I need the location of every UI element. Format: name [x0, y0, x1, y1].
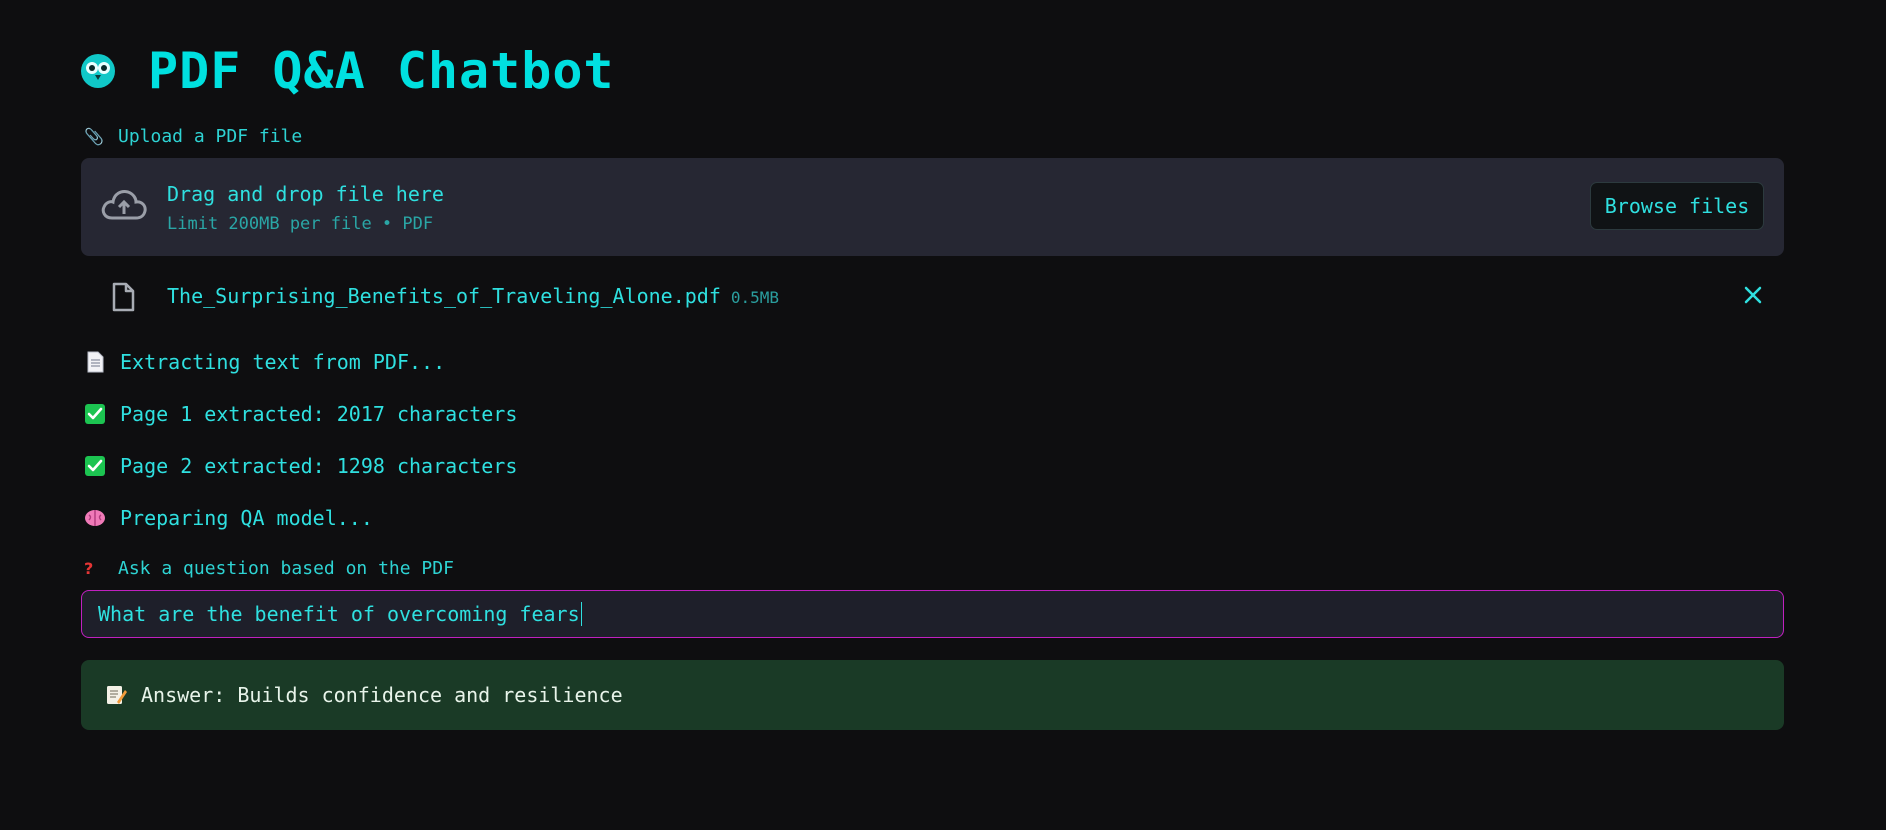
question-label: ? Ask a question based on the PDF [84, 558, 454, 579]
brain-icon [85, 510, 105, 526]
question-mark-icon: ? [84, 559, 94, 578]
close-icon[interactable] [1742, 284, 1764, 306]
upload-label: 📎 Upload a PDF file [84, 126, 302, 147]
question-input-value: What are the benefit of overcoming fears [98, 602, 580, 626]
status-text: Page 1 extracted: 2017 characters [120, 402, 518, 426]
status-text: Preparing QA model... [120, 506, 373, 530]
app-page: PDF Q&A Chatbot 📎 Upload a PDF file Drag… [0, 0, 1886, 830]
cloud-upload-icon [101, 190, 147, 220]
status-preparing: Preparing QA model... [84, 506, 373, 530]
paperclip-icon: 📎 [84, 127, 104, 146]
answer-text: Answer: Builds confidence and resilience [141, 683, 623, 707]
answer-box: Answer: Builds confidence and resilience [81, 660, 1784, 730]
app-title-text: PDF Q&A Chatbot [148, 42, 615, 100]
status-page-1: Page 1 extracted: 2017 characters [84, 402, 517, 426]
status-text: Page 2 extracted: 1298 characters [120, 454, 518, 478]
question-label-text: Ask a question based on the PDF [118, 558, 454, 579]
text-caret [580, 602, 582, 626]
status-page-2: Page 2 extracted: 1298 characters [84, 454, 517, 478]
upload-label-text: Upload a PDF file [118, 126, 303, 147]
check-mark-icon [85, 456, 105, 476]
page-icon [87, 351, 104, 373]
file-size: 0.5MB [730, 288, 780, 307]
dropzone-title: Drag and drop file here [167, 182, 444, 206]
file-dropzone[interactable]: Drag and drop file here Limit 200MB per … [81, 158, 1784, 256]
owl-emoji-icon [81, 54, 115, 88]
check-mark-icon [85, 404, 105, 424]
file-name-text: The_Surprising_Benefits_of_Traveling_Alo… [167, 284, 721, 308]
status-extracting: Extracting text from PDF... [84, 350, 445, 374]
page-title: PDF Q&A Chatbot [80, 40, 615, 102]
browse-files-button[interactable]: Browse files [1590, 182, 1764, 230]
dropzone-subtitle: Limit 200MB per file • PDF [167, 214, 434, 234]
question-input[interactable]: What are the benefit of overcoming fears [81, 590, 1784, 638]
uploaded-file-row: The_Surprising_Benefits_of_Traveling_Alo… [81, 274, 1784, 318]
memo-icon [107, 686, 127, 704]
file-icon [112, 282, 135, 312]
file-name: The_Surprising_Benefits_of_Traveling_Alo… [167, 284, 779, 308]
status-text: Extracting text from PDF... [120, 350, 446, 374]
